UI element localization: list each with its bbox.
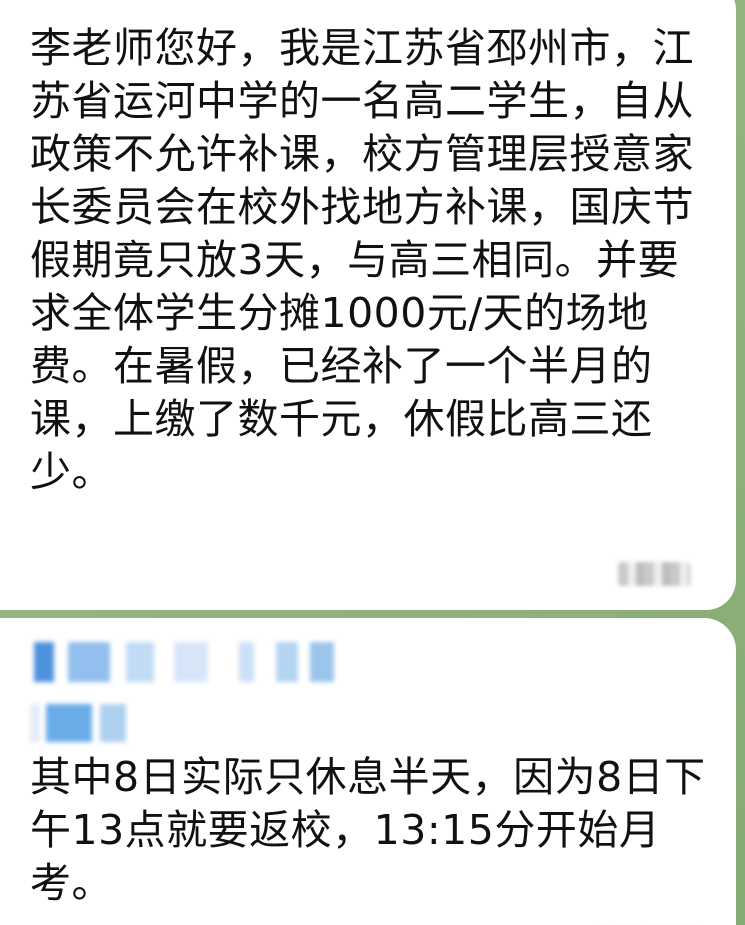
blurred-timestamp bbox=[618, 562, 690, 586]
message-text: 李老师您好，我是江苏省邳州市，江苏省运河中学的一名高二学生，自从政策不允许补课，… bbox=[30, 24, 694, 496]
message-text: 其中8日实际只休息半天，因为8日下午13点就要返校，13:15分开始月考。 bbox=[30, 753, 706, 907]
message-bubble[interactable]: 其中8日实际只休息半天，因为8日下午13点就要返校，13:15分开始月考。 bbox=[0, 618, 736, 925]
blurred-sender-name bbox=[34, 642, 334, 682]
message-bubble[interactable]: 李老师您好，我是江苏省邳州市，江苏省运河中学的一名高二学生，自从政策不允许补课，… bbox=[0, 0, 736, 610]
blurred-sender-detail bbox=[30, 704, 126, 742]
